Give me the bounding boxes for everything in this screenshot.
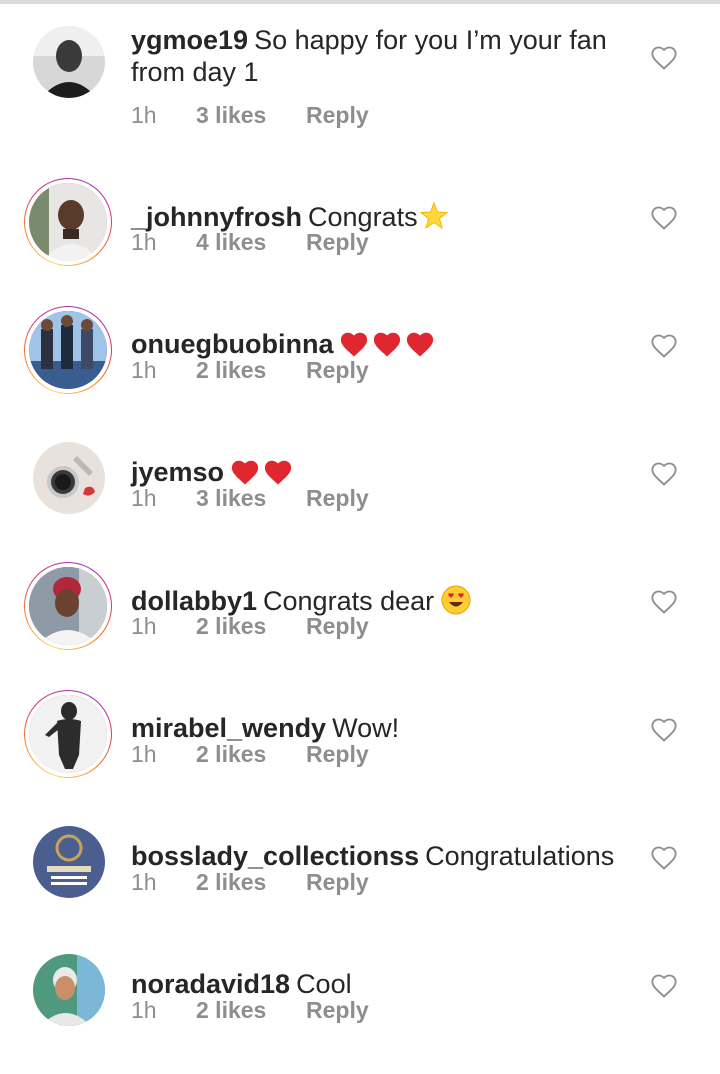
comment-time: 1h	[131, 102, 157, 128]
comment-time: 1h	[131, 485, 157, 511]
like-heart-icon[interactable]	[650, 204, 678, 232]
comment-username[interactable]: ygmoe19	[131, 25, 248, 55]
avatar[interactable]	[24, 818, 112, 906]
comment-likes[interactable]: 2 likes	[196, 868, 306, 896]
comment-time: 1h	[131, 357, 157, 383]
avatar[interactable]	[24, 26, 112, 114]
comment-body: Wow!	[332, 713, 400, 743]
like-heart-icon[interactable]	[650, 460, 678, 488]
comment-item: _johnnyfrosh Congrats 1h 4 likes Reply	[0, 178, 720, 306]
comment-meta: 1h 2 likes Reply	[131, 356, 369, 384]
avatar[interactable]	[24, 434, 112, 522]
comment-item: jyemso 1h 3 likes Reply	[0, 434, 720, 562]
comment-time: 1h	[131, 613, 157, 639]
avatar[interactable]	[24, 178, 112, 266]
comment-likes[interactable]: 2 likes	[196, 996, 306, 1024]
like-heart-icon[interactable]	[650, 332, 678, 360]
comment-body: Cool	[296, 969, 352, 999]
red-heart-emoji-icon	[231, 460, 259, 485]
like-heart-icon[interactable]	[650, 716, 678, 744]
comment-item: noradavid18 Cool 1h 2 likes Reply	[0, 946, 720, 1074]
comment-username[interactable]: bosslady_collectionss	[131, 841, 419, 871]
star-emoji-icon	[419, 201, 448, 230]
comment-meta: 1h 3 likes Reply	[131, 484, 369, 512]
reply-button[interactable]: Reply	[306, 996, 369, 1024]
reply-button[interactable]: Reply	[306, 868, 369, 896]
comment-item: ygmoe19 So happy for you I’m your fan fro…	[0, 24, 720, 154]
comment-meta: 1h 4 likes Reply	[131, 228, 369, 256]
comment-meta: 1h 2 likes Reply	[131, 740, 369, 768]
comment-meta: 1h 2 likes Reply	[131, 868, 369, 896]
comment-time: 1h	[131, 869, 157, 895]
comment-body: Congratulations	[425, 841, 615, 871]
comment-username[interactable]: jyemso	[131, 457, 224, 487]
comment-meta: 1h 3 likes Reply	[131, 101, 369, 129]
comment-likes[interactable]: 2 likes	[196, 612, 306, 640]
reply-button[interactable]: Reply	[306, 484, 369, 512]
comment-likes[interactable]: 2 likes	[196, 740, 306, 768]
like-heart-icon[interactable]	[650, 844, 678, 872]
avatar[interactable]	[24, 946, 112, 1034]
reply-button[interactable]: Reply	[306, 612, 369, 640]
avatar[interactable]	[24, 690, 112, 778]
comment-item: onuegbuobinna 1h 2 likes Reply	[0, 306, 720, 434]
reply-button[interactable]: Reply	[306, 101, 369, 129]
comment-time: 1h	[131, 741, 157, 767]
comment-likes[interactable]: 3 likes	[196, 101, 306, 129]
comment-username[interactable]: onuegbuobinna	[131, 329, 333, 359]
comment-username[interactable]: noradavid18	[131, 969, 290, 999]
red-heart-emoji-icon	[374, 332, 401, 357]
comment-likes[interactable]: 3 likes	[196, 484, 306, 512]
avatar[interactable]	[24, 306, 112, 394]
comment-text: ygmoe19 So happy for you I’m your fan fro…	[131, 24, 631, 88]
top-divider	[0, 0, 720, 4]
comment-likes[interactable]: 2 likes	[196, 356, 306, 384]
like-heart-icon[interactable]	[650, 44, 678, 72]
reply-button[interactable]: Reply	[306, 740, 369, 768]
comment-meta: 1h 2 likes Reply	[131, 996, 369, 1024]
comment-item: mirabel_wendy Wow! 1h 2 likes Reply	[0, 690, 720, 818]
comment-time: 1h	[131, 997, 157, 1023]
avatar[interactable]	[24, 562, 112, 650]
comment-meta: 1h 2 likes Reply	[131, 612, 369, 640]
red-heart-emoji-icon	[341, 332, 368, 357]
reply-button[interactable]: Reply	[306, 356, 369, 384]
reply-button[interactable]: Reply	[306, 228, 369, 256]
comment-time: 1h	[131, 229, 157, 255]
like-heart-icon[interactable]	[650, 588, 678, 616]
like-heart-icon[interactable]	[650, 972, 678, 1000]
red-heart-emoji-icon	[407, 332, 434, 357]
comment-item: dollabby1 Congrats dear 1h 2 likes Reply	[0, 562, 720, 690]
comment-likes[interactable]: 4 likes	[196, 228, 306, 256]
comment-username[interactable]: mirabel_wendy	[131, 713, 326, 743]
red-heart-emoji-icon	[264, 460, 292, 485]
comment-item: bosslady_collectionss Congratulations 1h 2…	[0, 818, 720, 946]
heart-eyes-face-emoji-icon	[441, 585, 471, 615]
